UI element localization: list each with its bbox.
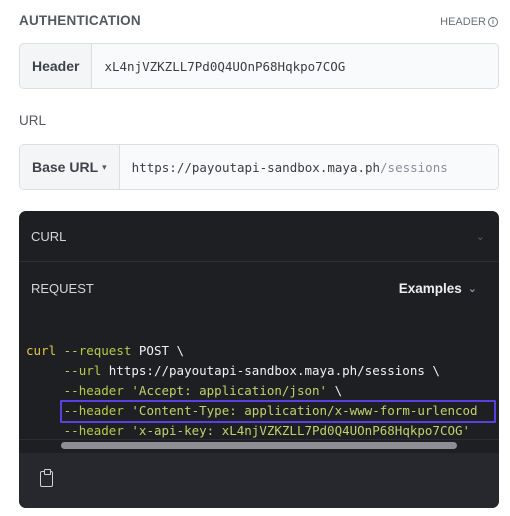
clipboard-icon[interactable] <box>40 468 53 487</box>
code-text: \ <box>327 383 343 398</box>
chevron-down-icon: ⌄ <box>467 282 477 295</box>
code-flag: --header <box>63 383 124 398</box>
curl-section-header[interactable]: CURL ⌄ <box>19 211 499 262</box>
examples-dropdown[interactable]: Examples ⌄ <box>399 281 477 296</box>
api-key-highlight <box>60 400 496 423</box>
code-panel: CURL ⌄ REQUEST Examples ⌄ curl --request… <box>19 211 499 508</box>
header-field: Header xL4njVZKZLL7Pd0Q4UOnP68Hqkpo7COG <box>19 43 499 89</box>
curl-label: CURL <box>31 228 67 244</box>
code-flag: --request <box>63 343 132 358</box>
auth-type-text: HEADER <box>440 16 486 28</box>
base-url-dropdown[interactable]: Base URL ▾ <box>20 145 120 189</box>
code-flag: --url <box>63 363 102 378</box>
request-row: REQUEST Examples ⌄ <box>19 262 499 314</box>
api-key-input[interactable]: xL4njVZKZLL7Pd0Q4UOnP68Hqkpo7COG <box>92 44 498 88</box>
code-line-1: curl --request POST \ <box>19 341 499 361</box>
request-label: REQUEST <box>31 280 94 296</box>
url-value[interactable]: https://payoutapi-sandbox.maya.ph/sessio… <box>119 145 498 189</box>
base-url-label: Base URL <box>32 159 99 175</box>
code-text: https://payoutapi-sandbox.maya.ph/sessio… <box>101 363 440 378</box>
code-line-3: --header 'Accept: application/json' \ <box>19 381 499 401</box>
header-label: Header <box>20 44 93 88</box>
info-icon[interactable]: i <box>488 17 498 27</box>
code-block: curl --request POST \ --url https://payo… <box>19 321 499 441</box>
auth-type-label[interactable]: HEADER i <box>440 16 498 28</box>
code-line-2: --url https://payoutapi-sandbox.maya.ph/… <box>19 361 499 381</box>
url-path: /sessions <box>380 159 448 175</box>
url-field: Base URL ▾ https://payoutapi-sandbox.may… <box>19 144 499 190</box>
scrollbar-thumb[interactable] <box>61 442 457 449</box>
code-footer <box>19 453 499 508</box>
url-title: URL <box>19 113 47 128</box>
code-flag: --header <box>63 423 124 438</box>
base-url-value: https://payoutapi-sandbox.maya.ph <box>131 159 381 175</box>
code-string: 'Accept: application/json' <box>131 383 328 398</box>
chevron-down-icon[interactable]: ⌄ <box>476 230 485 243</box>
examples-label: Examples <box>398 280 462 296</box>
code-curl: curl <box>26 343 57 358</box>
code-string: 'x-api-key: xL4njVZKZLL7Pd0Q4UOnP68Hqkpo… <box>131 423 471 438</box>
code-line-5: --header 'x-api-key: xL4njVZKZLL7Pd0Q4UO… <box>19 421 499 441</box>
authentication-title: AUTHENTICATION <box>19 13 141 28</box>
chevron-down-icon: ▾ <box>102 161 107 172</box>
code-text: POST \ <box>131 343 185 358</box>
